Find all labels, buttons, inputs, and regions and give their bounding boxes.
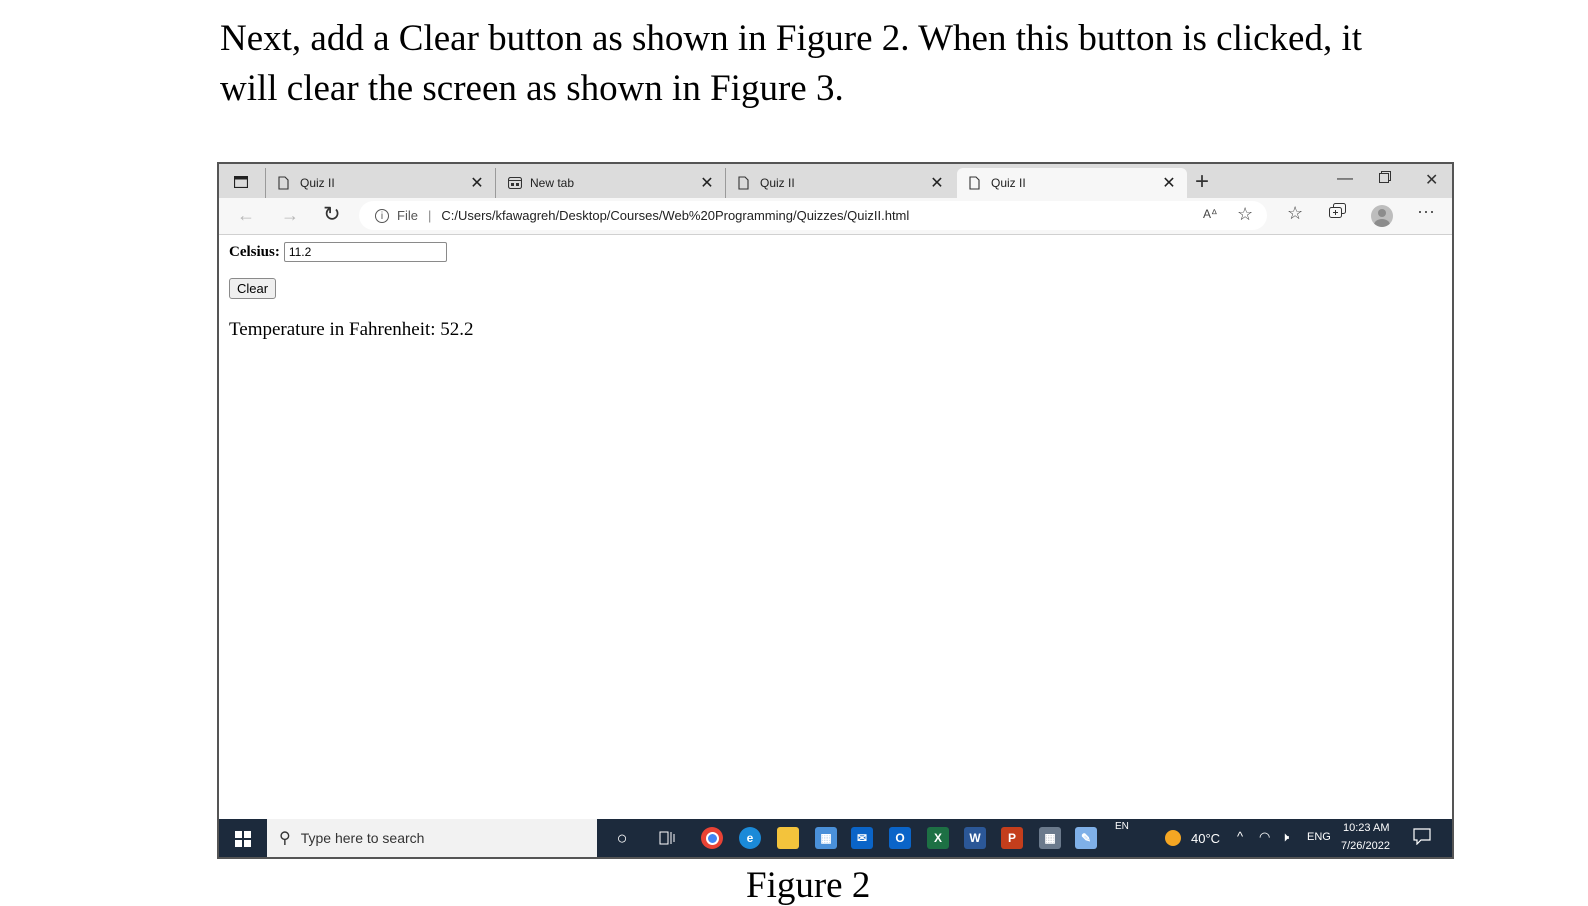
collections-icon[interactable]: [1329, 203, 1346, 222]
weather-sun-icon[interactable]: [1165, 830, 1181, 846]
clock-date[interactable]: 7/26/2022: [1341, 840, 1390, 852]
mail-icon[interactable]: ✉: [851, 827, 873, 849]
windows-taskbar: ⚲ Type here to search ○ e ▦ ✉ O X W P ▦ …: [219, 819, 1452, 857]
notes-app-icon[interactable]: ✎: [1075, 827, 1097, 849]
celsius-input[interactable]: [283, 242, 447, 262]
restore-icon[interactable]: [1379, 170, 1391, 188]
tab-3[interactable]: Quiz II ✕: [725, 168, 955, 198]
celsius-row: Celsius:: [229, 242, 447, 262]
clock-time[interactable]: 10:23 AM: [1343, 822, 1389, 834]
file-icon: [969, 175, 983, 191]
wifi-icon[interactable]: ◠: [1259, 829, 1270, 845]
close-window-icon[interactable]: ✕: [1425, 170, 1438, 190]
url-separator: |: [427, 208, 432, 223]
cortana-icon[interactable]: ○: [611, 827, 633, 849]
calculator-icon[interactable]: ▦: [1039, 827, 1061, 849]
close-tab-icon[interactable]: ✕: [1161, 173, 1177, 193]
back-arrow-icon[interactable]: ←: [237, 205, 255, 226]
file-explorer-icon[interactable]: [777, 827, 799, 849]
profile-avatar-icon[interactable]: [1371, 205, 1393, 227]
info-icon[interactable]: i: [375, 208, 389, 223]
tab-title: Quiz II: [991, 176, 1026, 190]
protocol-label: File: [397, 208, 418, 223]
clear-button[interactable]: Clear: [229, 278, 277, 299]
fahrenheit-result: Temperature in Fahrenheit: 52.2: [229, 319, 474, 340]
reload-icon[interactable]: ↻: [323, 202, 341, 227]
language-indicator[interactable]: ENG: [1307, 831, 1331, 843]
tab-title: Quiz II: [300, 176, 335, 190]
close-tab-icon[interactable]: ✕: [469, 173, 485, 193]
tab-1[interactable]: Quiz II ✕: [265, 168, 495, 198]
word-icon[interactable]: W: [964, 827, 986, 849]
taskbar-search[interactable]: ⚲ Type here to search: [267, 819, 597, 857]
chrome-icon[interactable]: [701, 827, 723, 849]
tab-title: New tab: [530, 176, 575, 190]
add-favorite-icon[interactable]: ☆: [1237, 204, 1253, 225]
input-indicator[interactable]: EN: [1115, 821, 1129, 832]
task-view-icon[interactable]: [657, 827, 679, 849]
read-aloud-icon[interactable]: Aᐞ: [1203, 207, 1218, 221]
new-tab-button[interactable]: +: [1195, 169, 1209, 195]
minimize-icon[interactable]: —: [1337, 170, 1353, 188]
celsius-label: Celsius:: [229, 243, 280, 260]
tab-bar: Quiz II ✕ New tab ✕ Quiz II ✕ Quiz II ✕ …: [219, 164, 1452, 198]
address-bar: ← → ↻ i File | C:/Users/kfawagreh/Deskto…: [219, 198, 1452, 235]
microsoft-store-icon[interactable]: ▦: [815, 827, 837, 849]
forward-arrow-icon[interactable]: →: [281, 205, 299, 226]
page-content: Celsius: Clear Temperature in Fahrenheit…: [219, 235, 1452, 819]
instruction-paragraph: Next, add a Clear button as shown in Fig…: [220, 18, 1363, 109]
notifications-icon[interactable]: [1413, 827, 1431, 848]
url-field[interactable]: i File | C:/Users/kfawagreh/Desktop/Cour…: [359, 201, 1267, 230]
volume-muted-icon[interactable]: 🕨: [1281, 829, 1289, 845]
edge-icon[interactable]: e: [739, 827, 761, 849]
excel-icon[interactable]: X: [927, 827, 949, 849]
tab-4-active[interactable]: Quiz II ✕: [957, 168, 1187, 198]
url-text: C:/Users/kfawagreh/Desktop/Courses/Web%2…: [441, 208, 910, 223]
search-placeholder: Type here to search: [300, 830, 425, 846]
new-tab-icon: [508, 175, 522, 191]
tab-actions-icon[interactable]: [231, 172, 251, 192]
windows-start-icon[interactable]: [235, 831, 251, 847]
show-hidden-icons-icon[interactable]: ^: [1237, 829, 1243, 844]
file-icon: [278, 175, 292, 191]
tab-title: Quiz II: [760, 176, 795, 190]
more-menu-icon[interactable]: ···: [1417, 201, 1435, 222]
browser-screenshot: Quiz II ✕ New tab ✕ Quiz II ✕ Quiz II ✕ …: [217, 162, 1454, 859]
search-icon: ⚲: [279, 830, 291, 847]
outlook-icon[interactable]: O: [889, 827, 911, 849]
tab-2[interactable]: New tab ✕: [495, 168, 725, 198]
powerpoint-icon[interactable]: P: [1001, 827, 1023, 849]
weather-temperature[interactable]: 40°C: [1191, 831, 1220, 846]
close-tab-icon[interactable]: ✕: [699, 173, 715, 193]
figure-caption: Figure 2: [746, 865, 871, 906]
file-icon: [738, 175, 752, 191]
favorites-icon[interactable]: ☆: [1287, 203, 1303, 224]
close-tab-icon[interactable]: ✕: [929, 173, 945, 193]
